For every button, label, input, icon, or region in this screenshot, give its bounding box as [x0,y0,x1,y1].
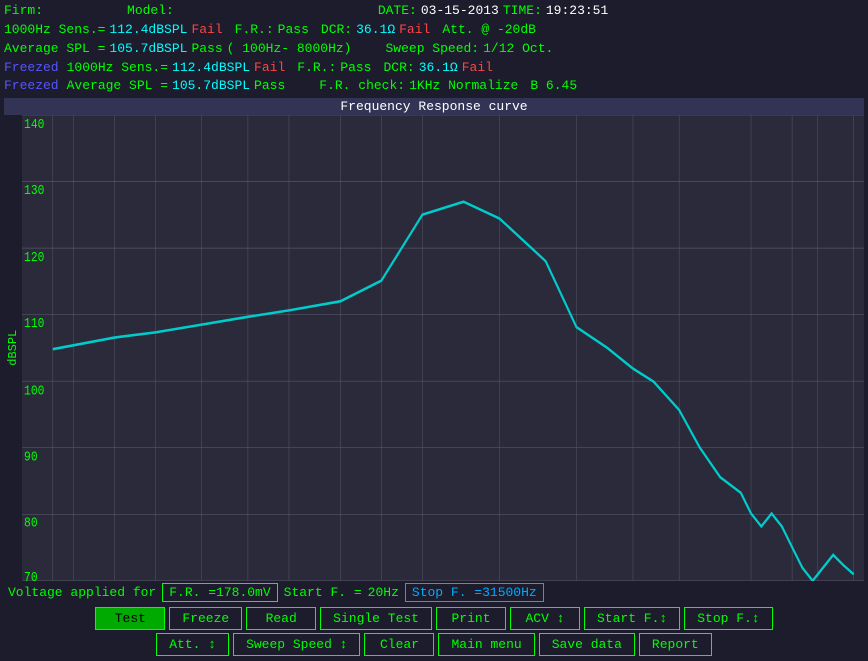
frozen-label-4: Freezed [4,59,59,78]
avg-status-5: Pass [254,77,285,96]
button-row-1: Test Freeze Read Single Test Print ACV ↕… [8,607,860,630]
dcr-label-4: DCR: [384,59,415,78]
sens-label-2: 1000Hz Sens.= [4,21,105,40]
svg-text:120: 120 [24,249,44,266]
header-section: Firm: Model: DATE: 03-15-2013 TIME: 19:2… [4,2,864,96]
svg-text:110: 110 [24,315,44,332]
frozen-label-5: Freezed [4,77,59,96]
fr-label-2: F.R.: [235,21,274,40]
svg-text:80: 80 [24,514,38,531]
svg-text:130: 130 [24,182,44,199]
avg-val-3: 105.7dBSPL [109,40,187,59]
sens-status-2: Fail [191,21,222,40]
button-rows: Test Freeze Read Single Test Print ACV ↕… [4,604,864,659]
chart-title: Frequency Response curve [4,98,864,115]
dcr-status-4: Fail [462,59,493,78]
frequency-response-chart: 140 130 120 110 100 90 80 70 [22,115,864,581]
test-button[interactable]: Test [95,607,165,630]
header-line5: Freezed Average SPL = 105.7dBSPL Pass F.… [4,77,864,96]
read-button[interactable]: Read [246,607,316,630]
svg-text:140: 140 [24,116,44,133]
dcr-label-2: DCR: [321,21,352,40]
firm-label: Firm: [4,2,43,21]
dcr-val-4: 36.1Ω [419,59,458,78]
voltage-label: Voltage applied for [8,585,156,600]
main-screen: Firm: Model: DATE: 03-15-2013 TIME: 19:2… [0,0,868,661]
model-label: Model: [127,2,174,21]
bottom-info: Voltage applied for F.R. =178.0mV Start … [4,581,864,604]
time-val: 19:23:51 [546,2,608,21]
fr-check-val-5: 1KHz Normalize [409,77,518,96]
start-f-button[interactable]: Start F.↕ [584,607,680,630]
save-data-button[interactable]: Save data [539,633,635,656]
header-line1: Firm: Model: DATE: 03-15-2013 TIME: 19:2… [4,2,864,21]
date-label: DATE: [378,2,417,21]
sweep-label-3: Sweep Speed: [385,40,479,59]
att-label-2: Att. @ -20dB [442,21,536,40]
start-label: Start F. = [284,585,362,600]
freeze-button[interactable]: Freeze [169,607,242,630]
date-val: 03-15-2013 [421,2,499,21]
stop-box: Stop F. =31500Hz [405,583,544,602]
header-line2: 1000Hz Sens.= 112.4dBSPL Fail F.R.: Pass… [4,21,864,40]
fr-status-2: Pass [278,21,309,40]
avg-status-3: Pass [191,40,222,59]
att-button[interactable]: Att. ↕ [156,633,229,656]
sens-label-4: 1000Hz Sens.= [67,59,168,78]
sweep-speed-button[interactable]: Sweep Speed ↕ [233,633,360,656]
dcr-status-2: Fail [399,21,430,40]
fr-status-4: Pass [340,59,371,78]
chart-area: Frequency Response curve dBSPL [4,98,864,581]
fr-check-label-5: F.R. check: [319,77,405,96]
sens-status-4: Fail [254,59,285,78]
y-axis-label: dBSPL [4,115,22,581]
print-button[interactable]: Print [436,607,506,630]
avg-val-5: 105.7dBSPL [172,77,250,96]
start-val: 20Hz [368,585,399,600]
range-3: ( 100Hz- 8000Hz) [227,40,352,59]
sens-val-4: 112.4dBSPL [172,59,250,78]
avg-label-3: Average SPL = [4,40,105,59]
report-button[interactable]: Report [639,633,712,656]
main-menu-button[interactable]: Main menu [438,633,534,656]
single-test-button[interactable]: Single Test [320,607,432,630]
fr-label-4: F.R.: [297,59,336,78]
b-val-5: B 6.45 [530,77,577,96]
chart-container: dBSPL 140 130 [4,115,864,581]
header-line4: Freezed 1000Hz Sens.= 112.4dBSPL Fail F.… [4,59,864,78]
avg-label-5: Average SPL = [67,77,168,96]
sens-val-2: 112.4dBSPL [109,21,187,40]
acv-button[interactable]: ACV ↕ [510,607,580,630]
chart-inner: 140 130 120 110 100 90 80 70 [22,115,864,581]
button-row-2: Att. ↕ Sweep Speed ↕ Clear Main menu Sav… [8,633,860,656]
svg-text:70: 70 [24,569,38,581]
time-label: TIME: [503,2,542,21]
dcr-val-2: 36.1Ω [356,21,395,40]
clear-button[interactable]: Clear [364,633,434,656]
svg-text:100: 100 [24,383,44,400]
svg-text:90: 90 [24,448,38,465]
header-line3: Average SPL = 105.7dBSPL Pass ( 100Hz- 8… [4,40,864,59]
sweep-val-3: 1/12 Oct. [483,40,553,59]
stop-f-button[interactable]: Stop F.↕ [684,607,772,630]
fr-box: F.R. =178.0mV [162,583,277,602]
